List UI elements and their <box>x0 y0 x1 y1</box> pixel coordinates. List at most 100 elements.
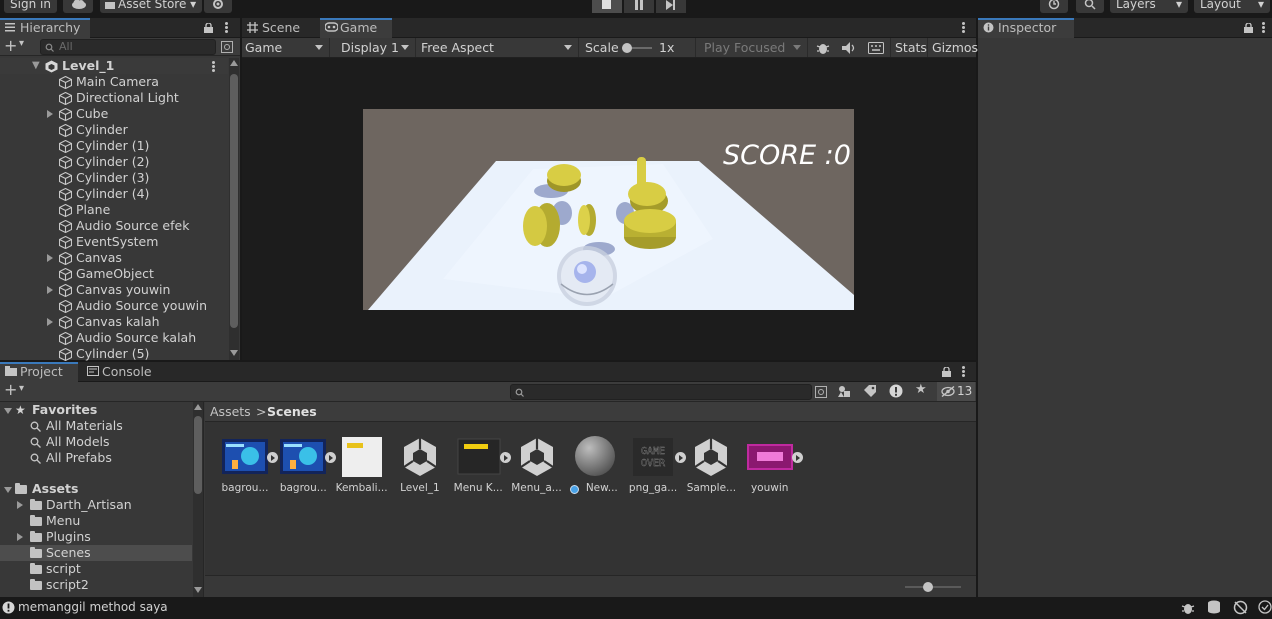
asset-item[interactable]: Sample... <box>681 434 741 504</box>
hierarchy-item[interactable]: Cylinder (3) <box>0 170 228 186</box>
hierarchy-scrollbar[interactable] <box>229 58 239 360</box>
search-by-type-icon[interactable] <box>815 386 827 398</box>
scroll-up-icon[interactable] <box>230 60 238 66</box>
assets-row[interactable]: Assets <box>0 481 192 497</box>
star-icon[interactable]: ★ <box>915 382 927 397</box>
hierarchy-item[interactable]: Audio Source kalah <box>0 330 228 346</box>
tab-console[interactable]: Console <box>82 362 162 382</box>
stop-play-button[interactable] <box>592 0 622 13</box>
tab-inspector[interactable]: Inspector <box>978 18 1074 38</box>
asset-item[interactable]: Kembali... <box>332 434 392 504</box>
undo-history-button[interactable] <box>1040 0 1068 13</box>
asset-item[interactable]: bagrou... <box>215 434 278 504</box>
add-icon[interactable]: + <box>4 36 17 55</box>
folder-tree-scrollbar[interactable] <box>193 402 203 597</box>
hierarchy-item[interactable]: Cylinder (1) <box>0 138 228 154</box>
asset-store-button[interactable]: Asset Store ▾ <box>100 0 203 13</box>
debug-bug-icon[interactable] <box>1181 600 1195 615</box>
cloud-button[interactable] <box>63 0 93 13</box>
hierarchy-item[interactable]: Audio Source efek <box>0 218 228 234</box>
scale-slider[interactable]: Scale 1x <box>580 38 696 57</box>
favorites-item[interactable]: All Prefabs <box>0 450 192 466</box>
hierarchy-item[interactable]: Main Camera <box>0 74 228 90</box>
search-button[interactable] <box>1076 0 1104 13</box>
lock-icon[interactable] <box>204 23 213 33</box>
tab-game[interactable]: Game <box>320 18 392 38</box>
scroll-down-icon[interactable] <box>230 350 238 356</box>
scene-row[interactable]: ▼ Level_1 <box>0 58 228 74</box>
favorites-row[interactable]: ★ Favorites <box>0 402 192 418</box>
hidden-packages-toggle[interactable]: 13 <box>937 382 975 401</box>
search-by-type-icon[interactable] <box>221 41 233 53</box>
asset-item[interactable]: bagrou... <box>273 434 337 504</box>
scrollbar-thumb[interactable] <box>194 416 202 494</box>
tab-hierarchy[interactable]: Hierarchy <box>0 18 90 38</box>
folder-item[interactable]: script <box>0 561 192 577</box>
game-render[interactable]: SCORE :0 <box>363 109 854 310</box>
expand-arrow-icon[interactable] <box>791 452 803 463</box>
more-options-icon[interactable] <box>212 61 215 72</box>
gizmos-button[interactable]: Gizmos <box>930 38 978 57</box>
folder-item[interactable]: script2 <box>0 577 192 593</box>
aspect-dropdown[interactable]: Free Aspect <box>417 38 579 57</box>
auto-generate-lighting-icon[interactable] <box>1233 600 1248 615</box>
folder-item[interactable]: Scenes <box>0 545 192 561</box>
hierarchy-item[interactable]: Cylinder (4) <box>0 186 228 202</box>
project-search-input[interactable] <box>510 384 812 400</box>
chevron-right-icon[interactable] <box>47 318 53 326</box>
progress-check-icon[interactable] <box>1258 600 1272 614</box>
layout-dropdown[interactable]: Layout ▾ <box>1194 0 1270 13</box>
pause-button[interactable] <box>624 0 654 13</box>
hierarchy-item[interactable]: Canvas youwin <box>0 282 228 298</box>
step-button[interactable] <box>656 0 686 13</box>
hierarchy-search-input[interactable]: All <box>40 39 216 55</box>
status-message[interactable]: memanggil method saya <box>18 600 168 614</box>
folder-item[interactable]: Darth_Artisan <box>0 497 192 513</box>
breadcrumb-root[interactable]: Assets <box>210 402 251 422</box>
label-tag-icon[interactable] <box>864 385 876 397</box>
asset-item[interactable]: New... <box>565 434 625 504</box>
chevron-down-icon[interactable] <box>4 487 12 493</box>
hierarchy-item[interactable]: Canvas kalah <box>0 314 228 330</box>
more-options-icon[interactable] <box>225 22 228 33</box>
thumbnail-size-slider[interactable] <box>923 582 933 592</box>
breadcrumb-current[interactable]: Scenes <box>267 402 317 422</box>
game-mode-dropdown[interactable]: Game <box>242 38 330 57</box>
chevron-right-icon[interactable] <box>47 286 53 294</box>
folder-item[interactable]: Menu <box>0 513 192 529</box>
asset-item[interactable]: GAME OVER png_ga... <box>623 434 687 504</box>
asset-item[interactable]: Level_1 <box>390 434 450 504</box>
chevron-down-icon[interactable]: ▾ <box>19 38 24 49</box>
cache-server-icon[interactable] <box>1207 600 1221 614</box>
add-icon[interactable]: + <box>4 380 17 399</box>
chevron-right-icon[interactable] <box>17 533 23 541</box>
chevron-right-icon[interactable] <box>17 501 23 509</box>
scroll-down-icon[interactable] <box>194 587 202 593</box>
filter-by-type-icon[interactable] <box>838 385 851 398</box>
chevron-right-icon[interactable] <box>47 254 53 262</box>
chevron-down-icon[interactable] <box>4 408 12 414</box>
error-filter-icon[interactable] <box>889 384 903 398</box>
tab-project[interactable]: Project <box>0 362 78 382</box>
hierarchy-item[interactable]: Cylinder (2) <box>0 154 228 170</box>
scale-thumb[interactable] <box>622 43 632 53</box>
asset-item[interactable]: Menu K... <box>448 434 512 504</box>
tab-scene[interactable]: Scene <box>242 18 318 38</box>
lock-icon[interactable] <box>1244 23 1253 33</box>
services-button[interactable] <box>204 0 232 13</box>
asset-item[interactable]: youwin <box>740 434 803 504</box>
bug-icon[interactable] <box>816 41 830 55</box>
hierarchy-item[interactable]: Directional Light <box>0 90 228 106</box>
more-options-icon[interactable] <box>962 366 965 377</box>
hierarchy-item[interactable]: GameObject <box>0 266 228 282</box>
scroll-up-icon[interactable] <box>194 404 202 410</box>
play-focused-dropdown[interactable]: Play Focused <box>700 38 808 57</box>
favorites-item[interactable]: All Materials <box>0 418 192 434</box>
asset-item[interactable]: Menu_a... <box>507 434 567 504</box>
hierarchy-item[interactable]: Canvas <box>0 250 228 266</box>
chevron-down-icon[interactable]: ▾ <box>19 383 24 394</box>
game-viewport[interactable]: SCORE :0 <box>242 58 976 360</box>
lock-icon[interactable] <box>942 367 951 377</box>
favorites-item[interactable]: All Models <box>0 434 192 450</box>
chevron-down-icon[interactable]: ▼ <box>32 58 40 74</box>
